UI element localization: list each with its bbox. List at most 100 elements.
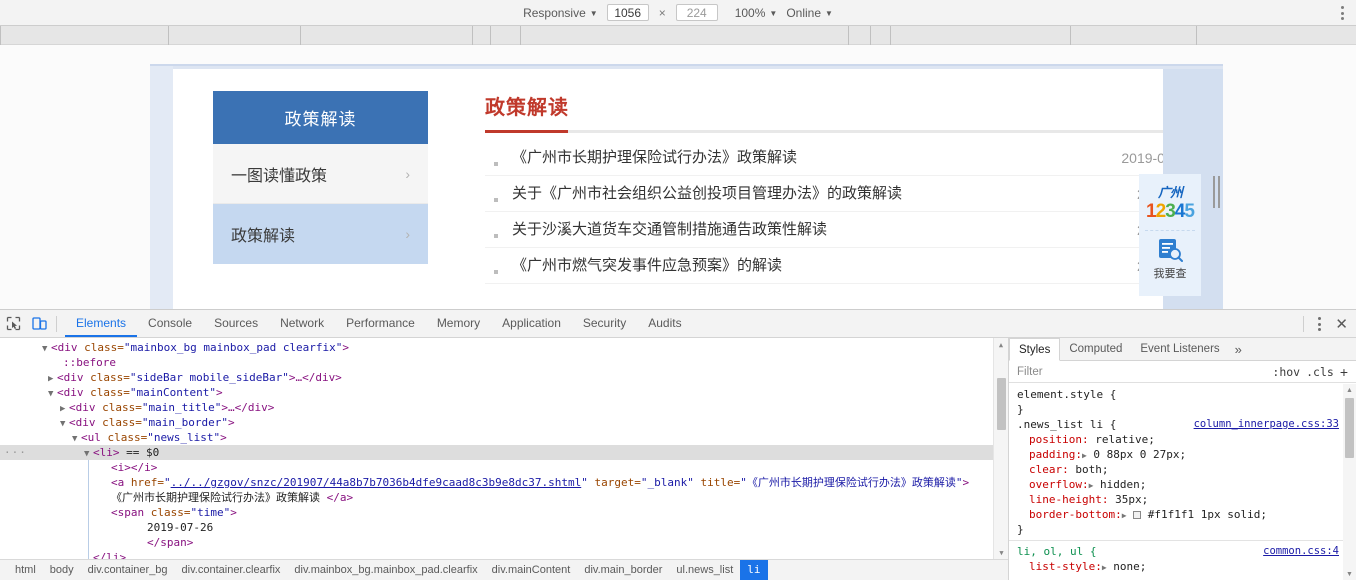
tab-styles[interactable]: Styles — [1009, 337, 1061, 361]
zoom-selector[interactable]: 100% ▼ — [735, 6, 778, 20]
tab-computed[interactable]: Computed — [1060, 338, 1131, 360]
list-item[interactable]: 《广州市燃气突发事件应急预案》的解读 2019-07- — [485, 248, 1193, 284]
toggle-device-toolbar-icon[interactable] — [26, 311, 52, 337]
tab-application[interactable]: Application — [491, 310, 572, 337]
tab-security[interactable]: Security — [572, 310, 637, 337]
dom-tree-line[interactable]: </span> — [0, 535, 1008, 550]
breadcrumb-item[interactable]: div.mainbox_bg.mainbox_pad.clearfix — [287, 560, 484, 580]
new-style-rule-button[interactable]: + — [1340, 364, 1348, 380]
css-declaration[interactable]: padding:▶ 0 88px 0 27px; — [1017, 447, 1343, 462]
sidebar-item-zhengcejiedu[interactable]: 政策解读 › — [213, 204, 428, 264]
dom-tree-line[interactable]: ▶ <div class="sideBar mobile_sideBar">…</… — [0, 370, 1008, 385]
scroll-down-arrow[interactable]: ▼ — [994, 546, 1008, 559]
css-declaration[interactable]: line-height: 35px; — [1017, 492, 1343, 507]
scrollbar-thumb[interactable] — [997, 378, 1006, 430]
dom-tree-line[interactable]: ▼ <ul class="news_list"> — [0, 430, 1008, 445]
more-tabs-icon[interactable]: » — [1229, 342, 1248, 357]
css-declaration[interactable]: overflow:▶ hidden; — [1017, 477, 1343, 492]
dom-tree-line[interactable]: ▼ <div class="main_border"> — [0, 415, 1008, 430]
news-link[interactable]: 《广州市长期护理保险试行办法》政策解读 — [512, 149, 797, 166]
css-selector[interactable]: li, ol, ul { — [1017, 545, 1096, 558]
tab-network[interactable]: Network — [269, 310, 335, 337]
breadcrumb-item[interactable]: div.container_bg — [81, 560, 175, 580]
expand-triangle-icon[interactable]: ▶ — [1122, 511, 1127, 520]
css-value[interactable]: hidden; — [1093, 478, 1146, 491]
dom-tree-line[interactable]: ▼ <div class="mainbox_bg mainbox_pad clea… — [0, 340, 1008, 355]
scrollbar-thumb[interactable] — [1345, 398, 1354, 458]
dom-tree-line[interactable]: 《广州市长期护理保险试行办法》政策解读 </a> — [0, 490, 1008, 505]
dom-tree-line[interactable]: <span class="time"> — [0, 505, 1008, 520]
css-declaration[interactable]: clear: both; — [1017, 462, 1343, 477]
dom-tree-scrollbar[interactable]: ▲ ▼ — [993, 338, 1008, 559]
css-value[interactable]: both; — [1069, 463, 1108, 476]
tab-elements[interactable]: Elements — [65, 310, 137, 337]
floating-12345-widget[interactable]: 广州 12345 我要查 — [1139, 174, 1201, 296]
css-property[interactable]: padding: — [1017, 448, 1082, 461]
page-scrollbar[interactable] — [1213, 176, 1220, 208]
dom-tree-line[interactable]: <i></i> — [0, 460, 1008, 475]
color-swatch[interactable] — [1133, 511, 1142, 519]
dom-tree-line[interactable]: ▼ <div class="mainContent"> — [0, 385, 1008, 400]
css-declaration[interactable]: border-bottom:▶ #f1f1f1 1px solid; — [1017, 507, 1343, 522]
css-property[interactable]: border-bottom: — [1017, 508, 1122, 521]
css-value[interactable]: #f1f1f1 1px solid; — [1141, 508, 1267, 521]
tab-performance[interactable]: Performance — [335, 310, 426, 337]
css-property[interactable]: list-style: — [1017, 560, 1102, 573]
css-value[interactable]: 35px; — [1108, 493, 1148, 506]
device-toolbar-menu-button[interactable] — [1341, 0, 1344, 26]
css-property[interactable]: overflow: — [1017, 478, 1089, 491]
css-property[interactable]: position: — [1017, 433, 1089, 446]
css-value[interactable]: relative; — [1089, 433, 1155, 446]
css-selector[interactable]: element.style { — [1017, 388, 1116, 401]
breadcrumb-item[interactable]: div.mainContent — [485, 560, 578, 580]
css-value[interactable]: none; — [1107, 560, 1146, 573]
device-selector[interactable]: Responsive ▼ — [523, 6, 598, 20]
dom-tree-line[interactable]: <a href="../../gzgov/snzc/201907/44a8b7b… — [0, 475, 1008, 490]
css-property[interactable]: clear: — [1017, 463, 1069, 476]
news-link[interactable]: 关于沙溪大道货车交通管制措施通告政策性解读 — [512, 221, 827, 238]
list-item[interactable]: 《广州市长期护理保险试行办法》政策解读 2019-07-26 — [485, 140, 1193, 176]
scroll-down-arrow[interactable]: ▼ — [1343, 568, 1356, 580]
css-selector[interactable]: .news_list li { — [1017, 418, 1116, 431]
news-link[interactable]: 《广州市燃气突发事件应急预案》的解读 — [512, 257, 782, 274]
breadcrumb-item[interactable]: li — [740, 560, 768, 580]
list-item[interactable]: 关于沙溪大道货车交通管制措施通告政策性解读 2019-07- — [485, 212, 1193, 248]
dom-tree-line[interactable]: ::before — [0, 355, 1008, 370]
dom-tree-line[interactable]: ··· ▼ <li> == $0 — [0, 445, 1008, 460]
breadcrumb-item[interactable]: ul.news_list — [669, 560, 740, 580]
breadcrumb-item[interactable]: div.container.clearfix — [175, 560, 288, 580]
breadcrumb-item[interactable]: html — [8, 560, 43, 580]
hov-toggle-button[interactable]: :hov — [1272, 365, 1300, 379]
cls-toggle-button[interactable]: .cls — [1306, 365, 1334, 379]
dom-token-link[interactable]: ../../gzgov/snzc/201907/44a8b7b7036b4dfe… — [171, 476, 582, 489]
tab-event-listeners[interactable]: Event Listeners — [1131, 338, 1228, 360]
list-item[interactable]: 关于《广州市社会组织公益创投项目管理办法》的政策解读 2019-07- — [485, 176, 1193, 212]
tab-sources[interactable]: Sources — [203, 310, 269, 337]
throttling-selector[interactable]: Online ▼ — [786, 6, 833, 20]
close-icon[interactable]: ✕ — [1335, 317, 1348, 332]
inspect-element-icon[interactable] — [0, 311, 26, 337]
tab-memory[interactable]: Memory — [426, 310, 491, 337]
sidebar-item-tujie[interactable]: 一图读懂政策 › — [213, 144, 428, 204]
throttling-label: Online — [786, 5, 822, 20]
dom-tree-line[interactable]: ▶ <div class="main_title">…</div> — [0, 400, 1008, 415]
viewport-height-input[interactable] — [675, 4, 718, 21]
viewport-width-input[interactable] — [606, 4, 649, 21]
devtools-menu-button[interactable] — [1314, 317, 1325, 331]
css-declaration[interactable]: list-style:▶ none; — [1017, 559, 1343, 574]
news-link[interactable]: 关于《广州市社会组织公益创投项目管理办法》的政策解读 — [512, 185, 902, 202]
css-source-link[interactable]: column_innerpage.css:33 — [1194, 417, 1339, 432]
tab-console[interactable]: Console — [137, 310, 203, 337]
css-source-link[interactable]: common.css:4 — [1263, 544, 1339, 559]
scroll-up-arrow[interactable]: ▲ — [994, 338, 1008, 351]
tab-audits[interactable]: Audits — [637, 310, 692, 337]
scroll-up-arrow[interactable]: ▲ — [1343, 384, 1356, 396]
css-property[interactable]: line-height: — [1017, 493, 1108, 506]
styles-scrollbar[interactable]: ▲ ▼ — [1343, 384, 1356, 580]
css-value[interactable]: 0 88px 0 27px; — [1087, 448, 1186, 461]
dom-tree-line[interactable]: 2019-07-26 — [0, 520, 1008, 535]
breadcrumb-item[interactable]: body — [43, 560, 81, 580]
css-declaration[interactable]: position: relative; — [1017, 432, 1343, 447]
breadcrumb-item[interactable]: div.main_border — [577, 560, 669, 580]
styles-filter-input[interactable]: Filter — [1017, 366, 1043, 378]
